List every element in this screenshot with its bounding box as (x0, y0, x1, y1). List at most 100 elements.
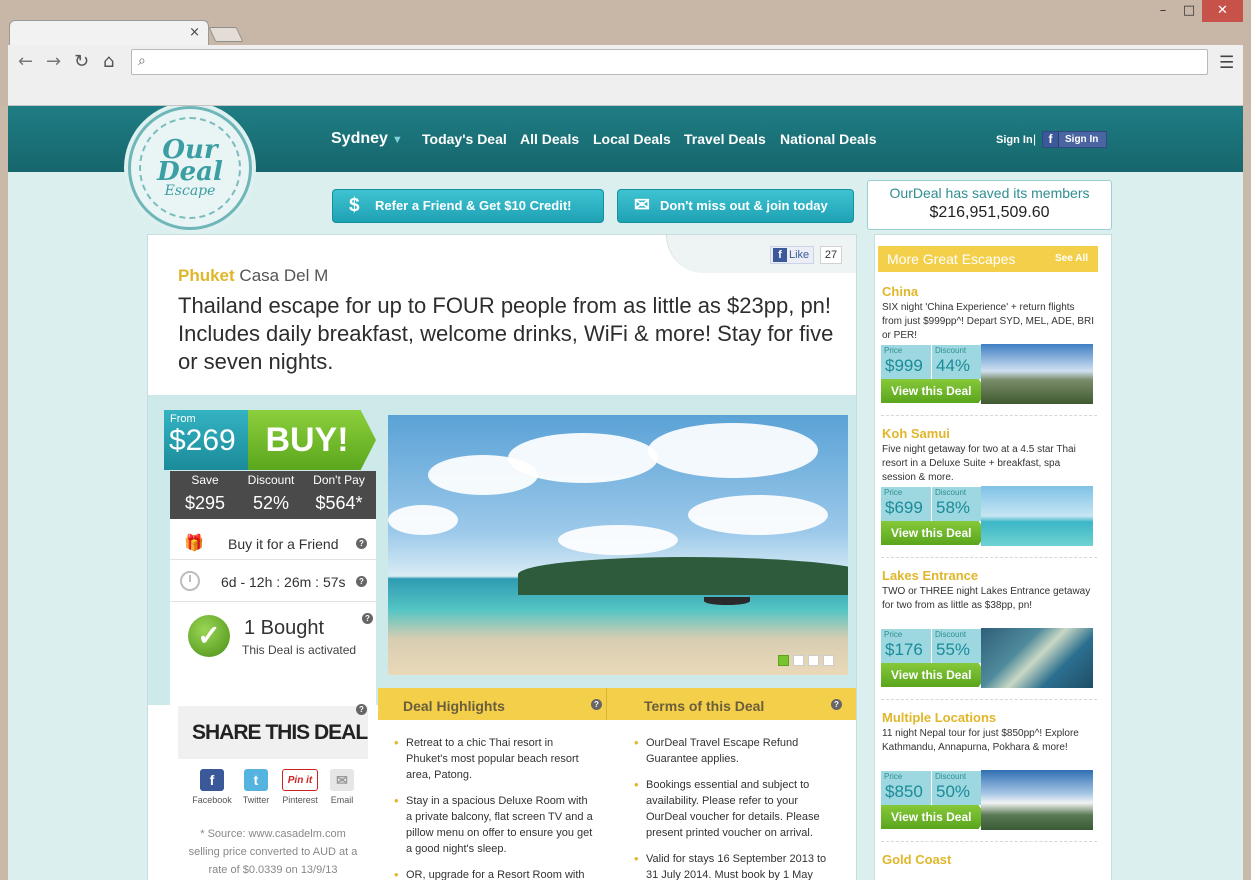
escape-discount: Discount 58% (931, 487, 981, 521)
deal-photo[interactable] (388, 415, 848, 675)
view-deal-button[interactable]: View this Deal (881, 521, 987, 545)
escape-discount: Discount 44% (931, 345, 981, 379)
facebook-icon: f (773, 248, 787, 262)
facebook-like-button[interactable]: f Like (770, 246, 814, 264)
escape-thumbnail[interactable] (981, 486, 1093, 546)
facebook-share-label[interactable]: Facebook (190, 795, 234, 805)
maximize-button[interactable]: □ (1176, 0, 1202, 22)
escape-description: TWO or THREE night Lakes Entrance getawa… (882, 586, 1091, 611)
deal-headline: Thailand escape for up to FOUR people fr… (178, 293, 834, 374)
pinterest-share-label[interactable]: Pinterest (278, 795, 322, 805)
countdown-timer: 6d - 12h : 26m : 57s (221, 574, 346, 590)
reload-icon[interactable]: ↻ (74, 51, 89, 72)
help-icon[interactable]: ? (591, 699, 602, 710)
deal-stats: Save Discount Don't Pay $295 52% $564* (170, 471, 376, 519)
deal-price: $269 (169, 424, 236, 457)
escape-price: Price $176 (881, 629, 931, 663)
sign-in-link[interactable]: Sign In (996, 134, 1033, 146)
dollar-icon: $ (349, 195, 360, 216)
discount-value: 52% (252, 493, 290, 513)
like-count: 27 (820, 246, 842, 264)
list-item: OurDeal Travel Escape Refund Guarantee a… (634, 735, 834, 767)
share-title: SHARE THIS DEAL (192, 721, 368, 744)
see-all-link[interactable]: See All (1055, 253, 1088, 264)
list-item: Bookings essential and subject to availa… (634, 777, 834, 841)
savings-box: OurDeal has saved its members $216,951,5… (867, 180, 1112, 230)
view-deal-button[interactable]: View this Deal (881, 379, 987, 403)
view-deal-button[interactable]: View this Deal (881, 663, 987, 687)
clock-icon (180, 571, 200, 591)
boat (704, 597, 750, 605)
forward-icon[interactable]: → (46, 51, 61, 72)
nav-local-deals[interactable]: Local Deals (593, 131, 671, 147)
site-logo[interactable]: Our Deal Escape (128, 106, 252, 230)
facebook-icon: f (1043, 132, 1059, 147)
nav-travel-deals[interactable]: Travel Deals (684, 131, 766, 147)
carousel-dot[interactable] (778, 655, 789, 666)
list-item: Stay in a spacious Deluxe Room with a pr… (394, 793, 594, 857)
escape-title[interactable]: Koh Samui (882, 426, 950, 441)
escape-thumbnail[interactable] (981, 344, 1093, 404)
dont-pay-value: $564* (315, 493, 363, 513)
menu-icon[interactable]: ☰ (1219, 53, 1234, 73)
deal-terms-title: Terms of this Deal (644, 698, 765, 714)
deal-highlights-title: Deal Highlights (403, 698, 505, 714)
web-page: Sydney ▼ Today's Deal All Deals Local Dea… (8, 106, 1243, 880)
nav-all-deals[interactable]: All Deals (520, 131, 579, 147)
help-icon[interactable]: ? (831, 699, 842, 710)
escape-description: SIX night 'China Experience' + return fl… (882, 302, 1095, 341)
help-icon[interactable]: ? (356, 576, 367, 587)
carousel-dot[interactable] (823, 655, 834, 666)
home-icon[interactable]: ⌂ (103, 51, 114, 72)
close-window-button[interactable]: ✕ (1202, 0, 1243, 22)
more-escapes-header: More Great Escapes See All (878, 246, 1098, 272)
price-box: From $269 (164, 410, 248, 470)
twitter-share-label[interactable]: Twitter (236, 795, 276, 805)
city-selector[interactable]: Sydney ▼ (331, 130, 403, 148)
escape-title[interactable]: Multiple Locations (882, 710, 996, 725)
back-icon[interactable]: ← (18, 51, 33, 72)
carousel-dot[interactable] (808, 655, 819, 666)
list-item: OR, upgrade for a Resort Room with (394, 867, 594, 880)
deal-activated-text: This Deal is activated (242, 643, 357, 657)
escape-description: Five night getaway for two at a 4.5 star… (882, 444, 1076, 483)
escape-title[interactable]: Gold Coast (882, 852, 951, 867)
browser-tab[interactable]: × (9, 20, 209, 46)
buy-for-friend-link[interactable]: Buy it for a Friend (228, 536, 339, 552)
browser-toolbar: ← → ↻ ⌂ ⌕ ☰ (8, 45, 1243, 106)
join-today-button[interactable]: ✉ Don't miss out & join today (617, 189, 854, 223)
view-deal-button[interactable]: View this Deal (881, 805, 987, 829)
checkmark-icon: ✓ (188, 615, 230, 657)
twitter-share-icon[interactable]: t (244, 769, 268, 791)
escape-title[interactable]: Lakes Entrance (882, 568, 978, 583)
nav-todays-deal[interactable]: Today's Deal (422, 131, 507, 147)
refer-friend-button[interactable]: $ Refer a Friend & Get $10 Credit! (332, 189, 604, 223)
savings-amount: $216,951,509.60 (929, 204, 1050, 221)
pinterest-share-icon[interactable]: Pin it (282, 769, 318, 791)
new-tab-button[interactable] (208, 27, 244, 42)
browser-chrome: – □ ✕ × ← → ↻ ⌂ ⌕ ☰ (0, 0, 1251, 106)
minimize-button[interactable]: – (1150, 0, 1176, 22)
save-value: $295 (184, 493, 226, 513)
island (518, 557, 848, 595)
escape-thumbnail[interactable] (981, 628, 1093, 688)
carousel-dot[interactable] (793, 655, 804, 666)
terms-list: OurDeal Travel Escape Refund Guarantee a… (634, 735, 834, 880)
help-icon[interactable]: ? (356, 704, 367, 715)
close-tab-icon[interactable]: × (189, 25, 200, 40)
price-source-note: * Source: www.casadelm.com selling price… (188, 828, 358, 876)
help-icon[interactable]: ? (356, 538, 367, 549)
escape-thumbnail[interactable] (981, 770, 1093, 830)
savings-label: OurDeal has saved its members (889, 185, 1090, 201)
list-item: Retreat to a chic Thai resort in Phuket'… (394, 735, 594, 783)
escape-discount: Discount 50% (931, 771, 981, 805)
email-share-label[interactable]: Email (326, 795, 358, 805)
help-icon[interactable]: ? (362, 613, 373, 624)
facebook-share-icon[interactable]: f (200, 769, 224, 791)
buy-button[interactable]: BUY! (248, 410, 376, 470)
email-share-icon[interactable]: ✉ (330, 769, 354, 791)
escape-title[interactable]: China (882, 284, 918, 299)
facebook-sign-in-button[interactable]: f Sign In (1042, 131, 1107, 148)
address-bar[interactable]: ⌕ (131, 49, 1208, 75)
nav-national-deals[interactable]: National Deals (780, 131, 876, 147)
